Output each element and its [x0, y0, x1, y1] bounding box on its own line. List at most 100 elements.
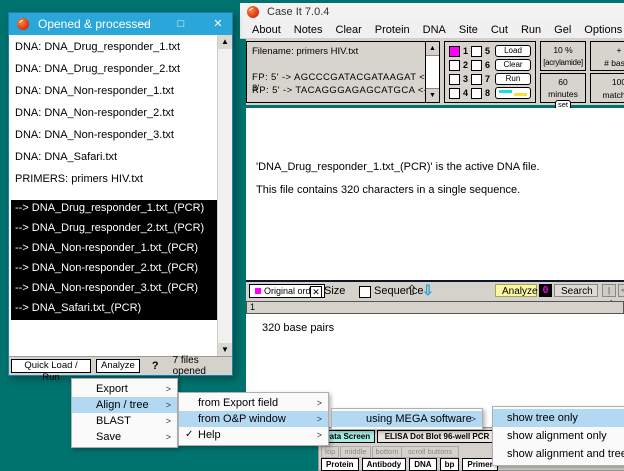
menu-run[interactable]: Run: [521, 24, 541, 36]
menu-item-export[interactable]: Export >: [72, 381, 177, 397]
list-item[interactable]: DNA: DNA_Safari.txt: [15, 151, 117, 163]
analyze-button[interactable]: Analyze: [96, 359, 140, 373]
load-button[interactable]: Load: [495, 45, 531, 57]
sequence-checkbox[interactable]: [359, 286, 371, 298]
menu-notes[interactable]: Notes: [294, 24, 323, 36]
list-item[interactable]: DNA: DNA_Non-responder_2.txt: [15, 107, 174, 119]
match-value: 100: [611, 77, 624, 87]
scroll-up-icon[interactable]: ▲: [218, 35, 232, 49]
gel-bands-icon-button[interactable]: [495, 87, 531, 99]
reverse-primer: RP: 5' -> TACAGGGAGAGCATGCA <- 3': [252, 85, 439, 96]
menu-item-from-op-window[interactable]: from O&P window >: [179, 411, 328, 427]
primer-filename: Filename: primers HIV.txt: [252, 46, 359, 57]
well-4-checkbox[interactable]: [449, 87, 460, 99]
well-2-checkbox[interactable]: [449, 59, 460, 71]
menu-protein[interactable]: Protein: [375, 24, 410, 36]
top-panels: Filename: primers HIV.txt FP: 5' -> AGCC…: [246, 39, 624, 110]
menu-item-show-tree-only[interactable]: show tree only: [493, 409, 624, 427]
well-6-checkbox[interactable]: [471, 59, 483, 71]
antibody-button[interactable]: Antibody: [361, 458, 407, 471]
well-3-checkbox[interactable]: [449, 73, 460, 85]
help-button[interactable]: ?: [152, 360, 159, 372]
submenu-arrow-icon: >: [165, 400, 171, 410]
submenu-arrow-icon: >: [470, 414, 476, 424]
menu-dna[interactable]: DNA: [423, 24, 446, 36]
tab-middle[interactable]: middle: [340, 446, 371, 458]
scroll-up-icon[interactable]: ▲: [426, 42, 439, 56]
well-8-checkbox[interactable]: [471, 87, 483, 99]
list-item[interactable]: PRIMERS: primers HIV.txt: [15, 173, 143, 185]
menu-gel[interactable]: Gel: [554, 24, 571, 36]
acrylamide-percent: 10 %: [553, 45, 573, 55]
protein-button[interactable]: Protein: [321, 458, 359, 471]
well-5-checkbox[interactable]: [471, 45, 483, 57]
files-opened-count: 7 files opened: [172, 355, 206, 377]
menu-about[interactable]: About: [252, 24, 281, 36]
menu-item-using-mega-software[interactable]: using MEGA software >: [332, 411, 482, 427]
menu-item-from-export-field[interactable]: from Export field >: [179, 395, 328, 411]
tab-bottom[interactable]: bottom: [371, 446, 403, 458]
menu-item-show-alignment-only[interactable]: show alignment only: [493, 427, 624, 445]
minutes-label: minutes: [548, 89, 578, 99]
well-checkboxes: 1 5 2 6 3 7 4 8: [445, 42, 491, 102]
analyze-gel-button[interactable]: Analyze: [495, 284, 538, 297]
file-list-scrollbar[interactable]: ▲ ▼: [217, 35, 232, 357]
maximize-icon[interactable]: □: [170, 13, 192, 35]
file-list: DNA: DNA_Drug_responder_1.txt DNA: DNA_D…: [9, 35, 232, 357]
menu-site[interactable]: Site: [459, 24, 478, 36]
bp-button[interactable]: bp: [439, 458, 460, 471]
list-item-selected[interactable]: --> DNA_Non-responder_3.txt_(PCR): [15, 282, 198, 294]
list-item[interactable]: DNA: DNA_Non-responder_3.txt: [15, 129, 174, 141]
menu-item-align-tree[interactable]: Align / tree >: [72, 397, 177, 413]
menu-options[interactable]: Options: [584, 24, 622, 36]
close-icon[interactable]: ✕: [207, 13, 229, 35]
dna-button[interactable]: DNA: [409, 458, 437, 471]
opened-processed-titlebar: Opened & processed — □ ✕: [9, 13, 232, 35]
list-item-selected[interactable]: --> DNA_Non-responder_2.txt_(PCR): [15, 262, 198, 274]
size-label: Size: [324, 285, 346, 297]
list-item[interactable]: DNA: DNA_Drug_responder_2.txt: [15, 63, 180, 75]
scroll-buttons-label: scroll buttons: [401, 446, 460, 458]
counter-badge[interactable]: 0: [539, 284, 552, 297]
menu-item-blast[interactable]: BLAST >: [72, 413, 177, 429]
submenu-arrow-icon: >: [165, 384, 171, 394]
main-menubar: About Notes Clear Protein DNA Site Cut R…: [240, 21, 624, 39]
menu-cut[interactable]: Cut: [491, 24, 508, 36]
menu-item-help[interactable]: ✓ Help >: [179, 427, 328, 443]
filename-scrollbar[interactable]: ▲ ▼: [425, 42, 439, 102]
main-titlebar: Case It 7.0.4: [240, 3, 624, 21]
list-item[interactable]: DNA: DNA_Drug_responder_1.txt: [15, 41, 180, 53]
list-item-selected[interactable]: --> DNA_Drug_responder_1.txt_(PCR): [15, 202, 204, 214]
search-label: Search: [561, 286, 593, 297]
list-item-selected[interactable]: --> DNA_Non-responder_1.txt_(PCR): [15, 242, 198, 254]
minimize-icon[interactable]: —: [133, 13, 155, 35]
well-1-checkbox[interactable]: [449, 45, 460, 57]
list-item-selected[interactable]: --> DNA_Drug_responder_2.txt_(PCR): [15, 222, 204, 234]
size-checkbox[interactable]: ✕: [310, 286, 322, 298]
assay-group-label[interactable]: ELISA Dot Blot 96-well PCR: [377, 430, 497, 443]
submenu-arrow-icon: >: [316, 430, 322, 440]
tab-top[interactable]: top: [321, 446, 340, 458]
list-item-selected[interactable]: --> DNA_Safari.txt_(PCR): [15, 302, 141, 314]
selected-pcr-files: --> DNA_Drug_responder_1.txt_(PCR) --> D…: [11, 200, 217, 320]
scroll-down-icon[interactable]: ▼: [426, 88, 439, 102]
primer-filename-panel: Filename: primers HIV.txt FP: 5' -> AGCC…: [246, 41, 440, 103]
submenu-arrow-icon: >: [165, 432, 171, 442]
from-op-window-submenu: using MEGA software >: [331, 408, 483, 430]
well-3-label: 3: [463, 74, 469, 84]
sort-down-icon[interactable]: ⇩: [422, 282, 434, 299]
match-panel: 100 match %: [590, 73, 624, 103]
sort-up-icon[interactable]: ⇧: [406, 282, 418, 299]
list-item[interactable]: DNA: DNA_Non-responder_1.txt: [15, 85, 174, 97]
run-button[interactable]: Run: [495, 73, 531, 85]
well-7-checkbox[interactable]: [471, 73, 483, 85]
clear-button[interactable]: Clear: [495, 59, 531, 71]
menu-item-save[interactable]: Save >: [72, 429, 177, 445]
menu-clear[interactable]: Clear: [336, 24, 362, 36]
nav-prev-button[interactable]: <: [618, 284, 624, 297]
menu-item-show-alignment-and-tree[interactable]: show alignment and tree: [493, 445, 624, 463]
acrylamide-panel: 10 % [acrylamide]: [540, 41, 586, 71]
quick-load-run-button[interactable]: Quick Load / Run: [11, 359, 92, 383]
search-button[interactable]: Search ▶: [554, 284, 598, 308]
nav-first-button[interactable]: |◀: [602, 284, 616, 307]
